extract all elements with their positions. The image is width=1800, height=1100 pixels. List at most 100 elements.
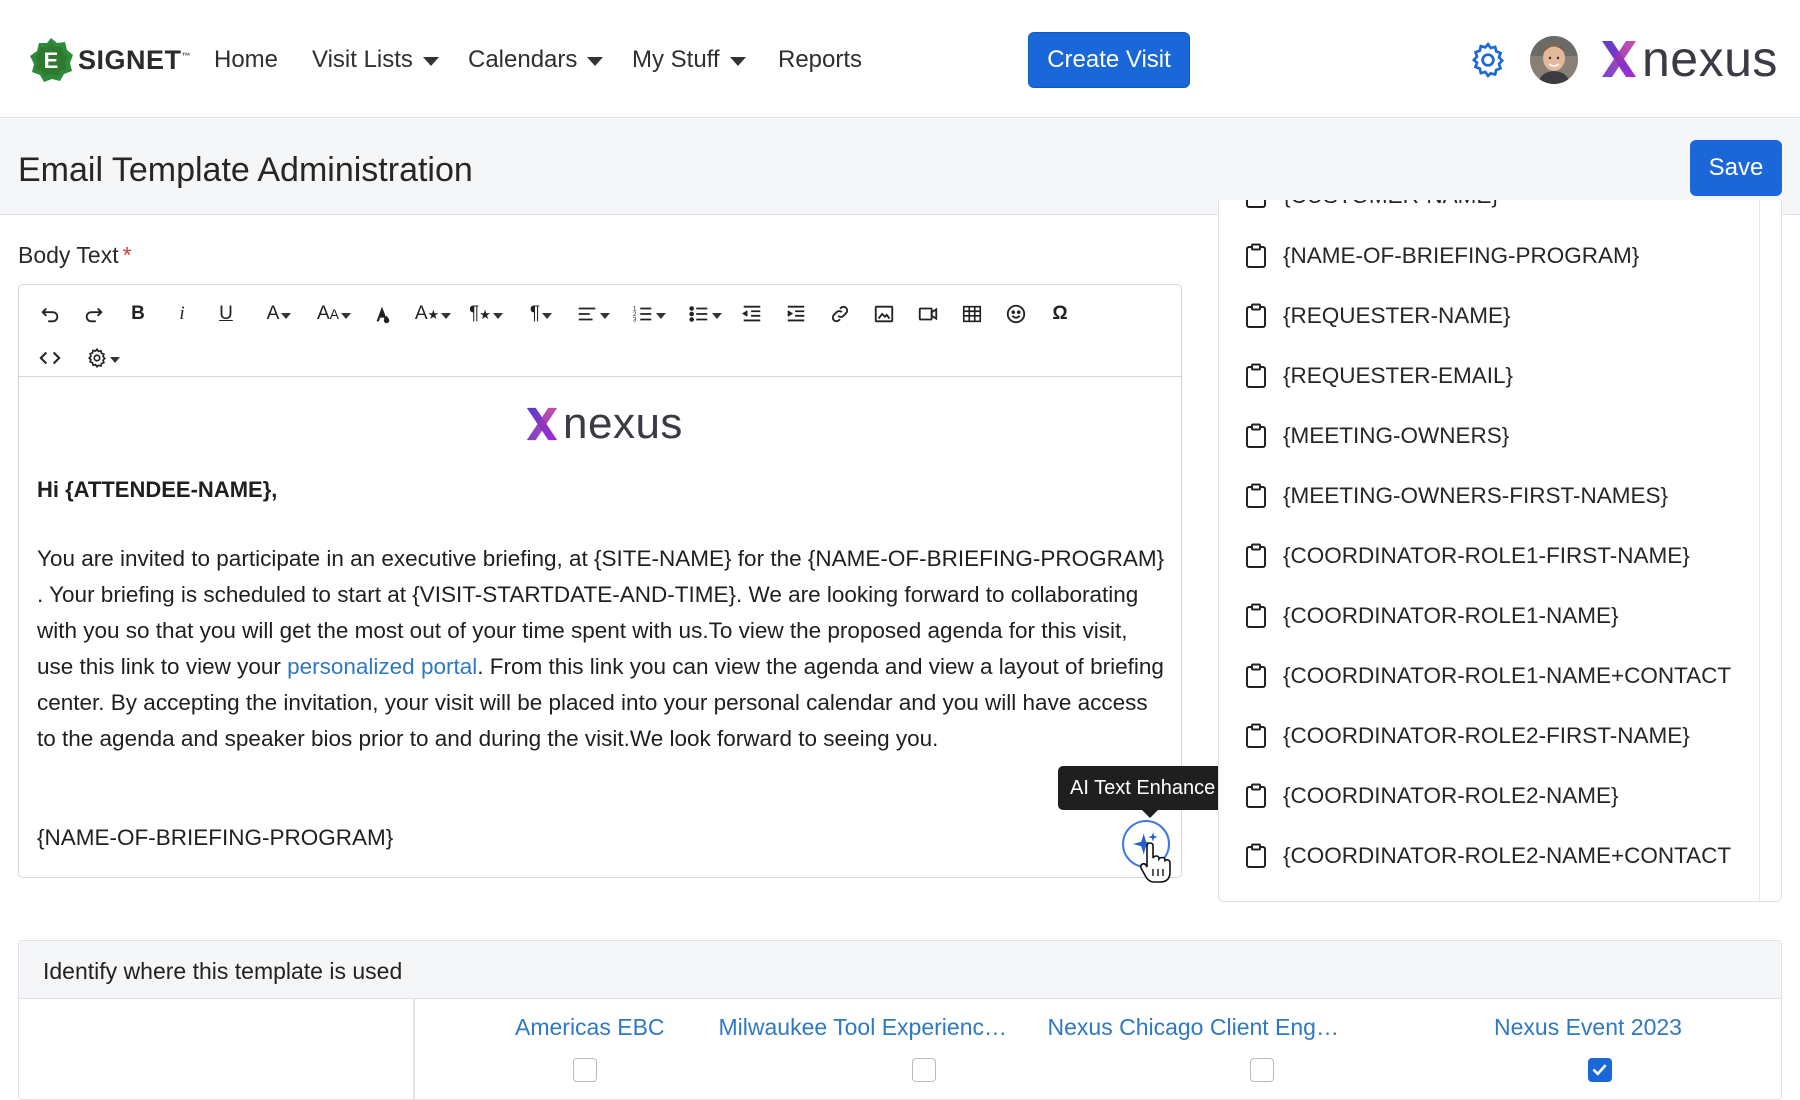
email-signature: {NAME-OF-BRIEFING-PROGRAM} xyxy=(37,825,394,850)
redo-icon[interactable] xyxy=(77,297,111,331)
nav-my-stuff[interactable]: My Stuff xyxy=(632,46,746,74)
rich-text-editor[interactable]: B i U A AA A★ ¶★ ¶ 123 Ω nexus Hi {ATTEN xyxy=(18,284,1182,878)
nexus-x-icon xyxy=(526,407,558,441)
clipboard-icon[interactable] xyxy=(1245,303,1267,329)
ordered-list-icon[interactable]: 123 xyxy=(625,297,673,331)
text-color-icon[interactable] xyxy=(365,297,399,331)
indent-icon[interactable] xyxy=(779,297,813,331)
chevron-down-icon xyxy=(587,57,604,66)
user-avatar[interactable] xyxy=(1530,36,1578,84)
outdent-icon[interactable] xyxy=(735,297,769,331)
placeholder-item[interactable]: {COORDINATOR-ROLE1-FIRST-NAME} xyxy=(1245,536,1735,576)
nexus-wordmark: nexus xyxy=(1642,31,1778,87)
table-icon[interactable] xyxy=(955,297,989,331)
clipboard-icon[interactable] xyxy=(1245,723,1267,749)
checkbox-americas-ebc[interactable] xyxy=(573,1058,597,1082)
editor-settings-icon[interactable] xyxy=(79,341,127,375)
image-icon[interactable] xyxy=(867,297,901,331)
placeholder-item[interactable]: {MEETING-OWNERS} xyxy=(1245,416,1735,456)
clipboard-icon[interactable] xyxy=(1245,603,1267,629)
placeholder-item[interactable]: {REQUESTER-NAME} xyxy=(1245,296,1735,336)
create-visit-button[interactable]: Create Visit xyxy=(1028,32,1190,88)
usage-divider xyxy=(413,999,415,1099)
svg-text:3: 3 xyxy=(633,316,637,323)
personalized-portal-link[interactable]: personalized portal xyxy=(287,654,477,679)
clipboard-icon[interactable] xyxy=(1245,363,1267,389)
paragraph-style-icon[interactable]: ¶★ xyxy=(461,297,511,331)
placeholders-panel: {CUSTOMER-NAME} {NAME-OF-BRIEFING-PROGRAM… xyxy=(1218,200,1782,902)
placeholder-label: {COORDINATOR-ROLE2-FIRST-NAME} xyxy=(1283,723,1690,748)
video-icon[interactable] xyxy=(911,297,945,331)
placeholder-label: {COORDINATOR-ROLE1-NAME} xyxy=(1283,603,1619,628)
signet-logo[interactable]: E SIGNET™ xyxy=(26,34,191,86)
code-view-icon[interactable] xyxy=(33,341,67,375)
placeholder-item[interactable]: {COORDINATOR-ROLE1-NAME} xyxy=(1245,596,1735,636)
placeholder-item[interactable]: {COORDINATOR-ROLE2-NAME+CONTACT xyxy=(1245,836,1735,876)
save-button[interactable]: Save xyxy=(1690,140,1782,196)
signet-badge-icon: E xyxy=(30,38,73,82)
placeholders-scrollbar[interactable] xyxy=(1759,200,1781,901)
checkbox-nexus-event-2023[interactable] xyxy=(1588,1058,1612,1082)
placeholder-item[interactable]: {COORDINATOR-ROLE2-FIRST-NAME} xyxy=(1245,716,1735,756)
link-icon[interactable] xyxy=(823,297,857,331)
bold-icon[interactable]: B xyxy=(121,297,155,331)
nav-visit-lists[interactable]: Visit Lists xyxy=(312,46,439,74)
nav-calendars[interactable]: Calendars xyxy=(468,46,604,74)
clipboard-icon[interactable] xyxy=(1245,843,1267,869)
nav-reports[interactable]: Reports xyxy=(778,46,862,74)
placeholder-label: {NAME-OF-BRIEFING-PROGRAM} xyxy=(1283,243,1640,268)
nexus-x-icon xyxy=(1602,41,1636,77)
unordered-list-icon[interactable] xyxy=(681,297,729,331)
column-nexus-chicago: Nexus Chicago Client Eng… xyxy=(1047,1014,1339,1040)
special-character-icon[interactable]: Ω xyxy=(1043,297,1077,331)
undo-icon[interactable] xyxy=(33,297,67,331)
email-nexus-logo: nexus xyxy=(525,399,683,449)
svg-text:E: E xyxy=(44,48,59,73)
chevron-down-icon xyxy=(729,57,746,66)
placeholder-label: {REQUESTER-NAME} xyxy=(1283,303,1511,328)
placeholder-item[interactable]: {MEETING-OWNERS-FIRST-NAMES} xyxy=(1245,476,1735,516)
required-marker: * xyxy=(122,242,132,268)
align-icon[interactable] xyxy=(569,297,617,331)
placeholder-item[interactable]: {NAME-OF-BRIEFING-PROGRAM} xyxy=(1245,236,1735,276)
emoticon-icon[interactable] xyxy=(999,297,1033,331)
settings-gear-icon[interactable] xyxy=(1468,40,1508,80)
email-greeting: Hi {ATTENDEE-NAME}, xyxy=(37,477,278,502)
clipboard-icon[interactable] xyxy=(1245,483,1267,509)
column-nexus-event-2023: Nexus Event 2023 xyxy=(1494,1014,1682,1040)
ai-enhance-tooltip: AI Text Enhance xyxy=(1058,766,1228,818)
font-family-icon[interactable]: A xyxy=(257,297,301,331)
placeholder-label: {COORDINATOR-ROLE2-NAME} xyxy=(1283,783,1619,808)
email-nexus-wordmark: nexus xyxy=(563,399,683,448)
placeholder-label: {COORDINATOR-ROLE2-NAME+CONTACT xyxy=(1283,843,1732,868)
top-navbar: E SIGNET™ Home Visit Lists Calendars My … xyxy=(0,0,1800,118)
placeholder-label: {MEETING-OWNERS} xyxy=(1283,423,1510,448)
placeholder-item[interactable]: {COORDINATOR-ROLE1-NAME+CONTACT xyxy=(1245,656,1735,696)
check-icon xyxy=(1592,1064,1607,1076)
italic-icon[interactable]: i xyxy=(165,297,199,331)
inline-style-icon[interactable]: A★ xyxy=(409,297,457,331)
underline-icon[interactable]: U xyxy=(209,297,243,331)
clipboard-icon[interactable] xyxy=(1245,423,1267,449)
body-text-label: Body Text * xyxy=(18,242,132,268)
checkbox-nexus-chicago[interactable] xyxy=(1250,1058,1274,1082)
brand-name: SIGNET™ xyxy=(78,44,192,75)
clipboard-icon[interactable] xyxy=(1245,243,1267,269)
font-size-icon[interactable]: AA xyxy=(309,297,359,331)
placeholder-item[interactable]: {CUSTOMER-NAME} xyxy=(1245,200,1735,216)
clipboard-icon[interactable] xyxy=(1245,543,1267,569)
editor-toolbar: B i U A AA A★ ¶★ ¶ 123 Ω xyxy=(19,285,1181,377)
checkbox-milwaukee-tool[interactable] xyxy=(912,1058,936,1082)
clipboard-icon[interactable] xyxy=(1245,783,1267,809)
clipboard-icon[interactable] xyxy=(1245,200,1267,209)
column-americas-ebc: Americas EBC xyxy=(515,1014,665,1040)
usage-header: Identify where this template is used xyxy=(19,941,1781,999)
placeholder-item[interactable]: {REQUESTER-EMAIL} xyxy=(1245,356,1735,396)
paragraph-format-icon[interactable]: ¶ xyxy=(519,297,563,331)
placeholder-item[interactable]: {COORDINATOR-ROLE2-NAME} xyxy=(1245,776,1735,816)
nav-home[interactable]: Home xyxy=(214,46,278,74)
placeholder-label: {CUSTOMER-NAME} xyxy=(1283,200,1499,209)
nav-my-stuff-label: My Stuff xyxy=(632,46,720,73)
clipboard-icon[interactable] xyxy=(1245,663,1267,689)
hand-pointer-cursor-icon xyxy=(1139,842,1171,883)
